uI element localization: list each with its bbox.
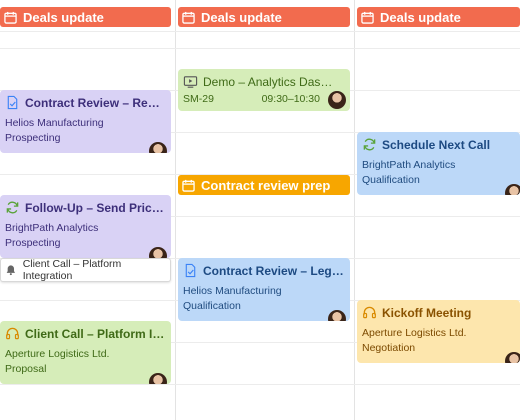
event-time: 09:30–10:30 [261,93,320,105]
event-stage: Negotiation [362,342,416,354]
calendar-icon [182,179,195,192]
event-card-schedule-next-call[interactable]: Schedule Next Call BrightPath Analytics … [357,132,520,195]
event-card-kickoff-meeting[interactable]: Kickoff Meeting Aperture Logistics Ltd. … [357,300,520,363]
event-stage: Prospecting [5,132,61,144]
allday-event-deals-update[interactable]: Deals update [178,7,350,27]
event-company: BrightPath Analytics [362,159,456,171]
document-check-icon [7,95,18,110]
avatar [149,142,167,153]
refresh-icon [363,138,376,151]
event-contract-review-prep[interactable]: Contract review prep [178,175,350,195]
event-title: Client Call – Platform I… [25,326,165,341]
allday-event-label: Deals update [201,9,282,25]
event-card-contract-review[interactable]: Contract Review – Ren… Helios Manufactur… [0,90,171,153]
column-divider [354,0,355,420]
allday-event-deals-update[interactable]: Deals update [357,7,520,27]
event-code: SM-29 [183,93,214,105]
event-company: Helios Manufacturing [183,285,282,297]
reminder-client-call[interactable]: Client Call – Platform Integration [0,258,171,282]
event-title: Contract Review – Leg… [203,263,344,278]
avatar [149,373,167,384]
avatar [505,184,520,195]
event-stage: Qualification [362,174,420,186]
event-card-demo[interactable]: Demo – Analytics Das… SM-29 09:30–10:30 [178,69,350,111]
calendar-icon [361,11,374,24]
calendar-icon [4,11,17,24]
event-company: Aperture Logistics Ltd. [5,348,110,360]
event-title: Kickoff Meeting [382,305,472,320]
bell-icon [6,265,16,276]
allday-event-deals-update[interactable]: Deals update [0,7,171,27]
event-title: Demo – Analytics Das… [203,74,333,89]
allday-event-label: Deals update [23,9,104,25]
reminder-title: Client Call – Platform Integration [22,258,122,282]
event-card-follow-up[interactable]: Follow-Up – Send Prici… BrightPath Analy… [0,195,171,258]
event-company: BrightPath Analytics [5,222,99,234]
document-check-icon [185,263,196,278]
row-divider [0,48,520,49]
calendar-icon [182,11,195,24]
event-stage: Prospecting [5,237,61,249]
refresh-icon [6,201,19,214]
column-divider [175,0,176,420]
event-company: Helios Manufacturing [5,117,104,129]
event-card-contract-review[interactable]: Contract Review – Leg… Helios Manufactur… [178,258,350,321]
event-card-client-call[interactable]: Client Call – Platform I… Aperture Logis… [0,321,171,384]
headset-icon [6,327,19,340]
event-stage: Proposal [5,363,47,375]
allday-event-label: Deals update [380,9,461,25]
event-company: Aperture Logistics Ltd. [362,327,467,339]
event-title: Follow-Up – Send Prici… [25,200,165,215]
row-divider [0,31,520,32]
avatar [328,310,346,321]
avatar [505,352,520,363]
event-title: Contract review prep [201,177,331,193]
event-title: Contract Review – Ren… [25,95,165,110]
event-title: Schedule Next Call [382,137,491,152]
avatar [328,91,346,109]
video-icon [183,76,198,88]
headset-icon [363,306,376,319]
row-divider [0,384,520,385]
avatar [149,247,167,258]
event-stage: Qualification [183,300,241,312]
